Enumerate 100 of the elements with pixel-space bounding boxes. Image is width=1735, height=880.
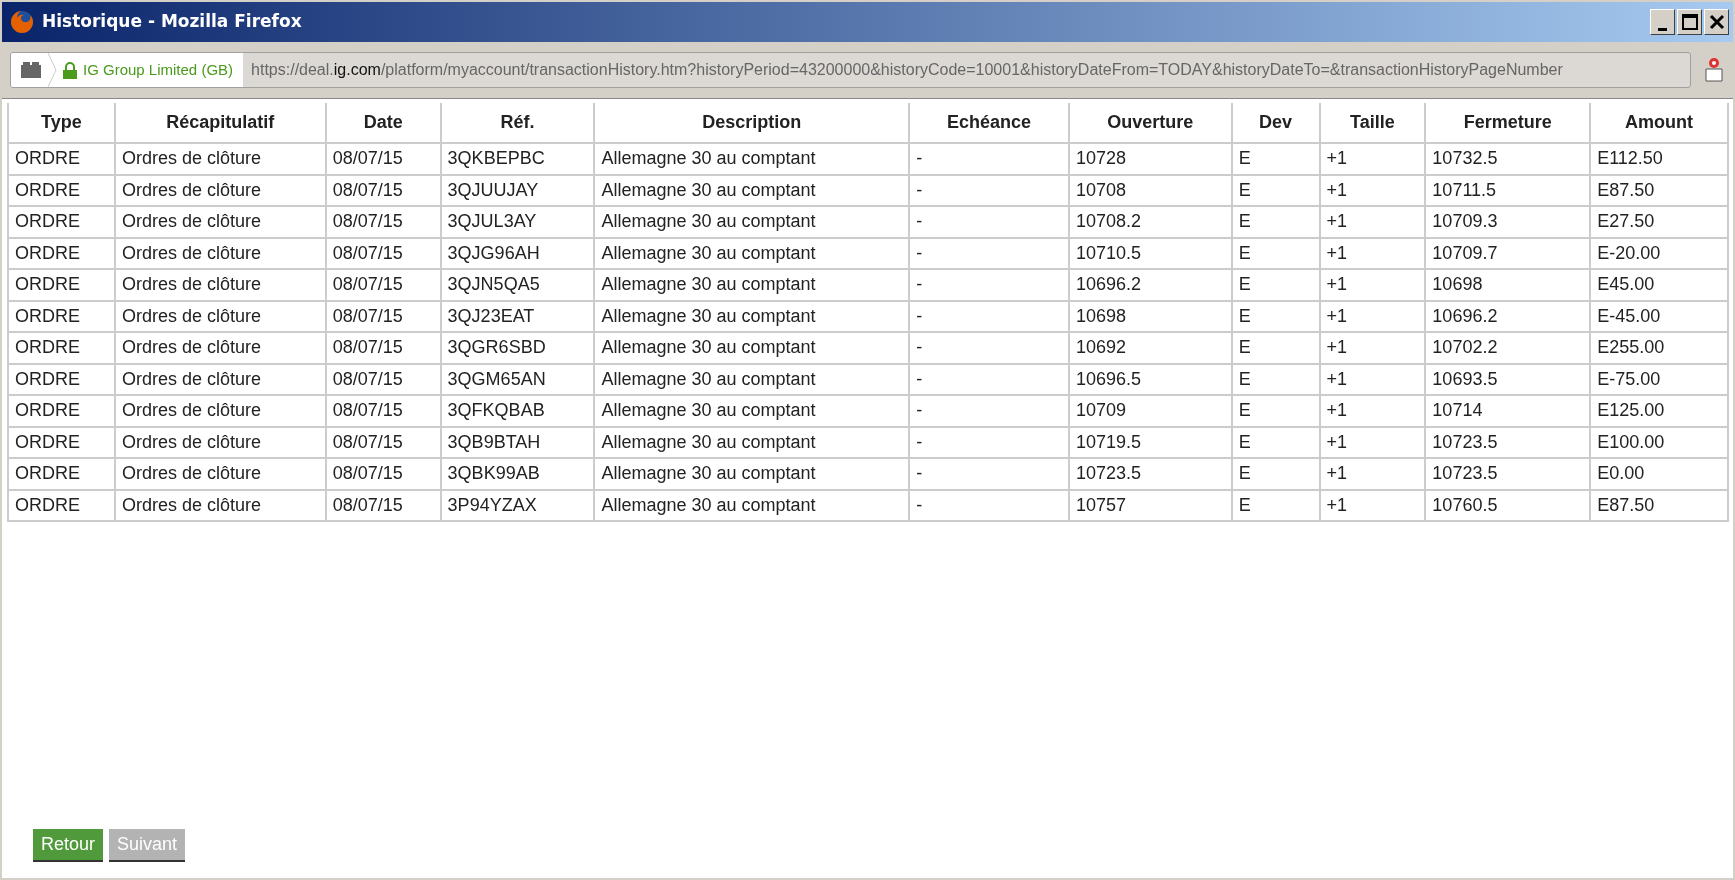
column-header[interactable]: Fermeture <box>1425 103 1591 143</box>
table-cell: E87.50 <box>1590 174 1728 206</box>
table-cell: 3QGM65AN <box>440 363 595 395</box>
column-header[interactable]: Réf. <box>440 103 595 143</box>
table-cell: - <box>909 237 1069 269</box>
table-cell: Ordres de clôture <box>114 458 326 490</box>
table-cell: Ordres de clôture <box>114 332 326 364</box>
table-cell: E <box>1231 174 1320 206</box>
table-cell: 10709.7 <box>1425 237 1591 269</box>
address-bar[interactable]: IG Group Limited (GB) https://deal.ig.com/platform/myaccount/transactionHistory.htm?historyPeriod=43200000&historyCode=10001&historyDateFrom=TODAY&historyDateTo=&transactionHistoryPageNumber <box>10 52 1691 88</box>
padlock-icon <box>63 61 77 79</box>
table-cell: 08/07/15 <box>325 269 441 301</box>
table-cell: E <box>1231 363 1320 395</box>
table-cell: - <box>909 300 1069 332</box>
table-cell: +1 <box>1319 395 1426 427</box>
column-header[interactable]: Taille <box>1319 103 1426 143</box>
table-cell: ORDRE <box>8 363 115 395</box>
table-cell: E <box>1231 395 1320 427</box>
table-cell: ORDRE <box>8 206 115 238</box>
table-cell: ORDRE <box>8 269 115 301</box>
table-cell: 10702.2 <box>1425 332 1591 364</box>
table-cell: 3QB9BTAH <box>440 426 595 458</box>
table-cell: 10757 <box>1068 489 1232 521</box>
table-cell: 10732.5 <box>1425 143 1591 175</box>
table-cell: E <box>1231 143 1320 175</box>
chevron-icon <box>47 53 57 87</box>
table-cell: 10696.2 <box>1068 269 1232 301</box>
minimize-button[interactable] <box>1650 9 1675 35</box>
table-cell: 10723.5 <box>1425 426 1591 458</box>
table-cell: - <box>909 489 1069 521</box>
table-cell: - <box>909 426 1069 458</box>
table-cell: 10709.3 <box>1425 206 1591 238</box>
table-cell: Ordres de clôture <box>114 426 326 458</box>
table-cell: +1 <box>1319 269 1426 301</box>
table-cell: +1 <box>1319 237 1426 269</box>
column-header[interactable]: Dev <box>1231 103 1320 143</box>
table-cell: ORDRE <box>8 458 115 490</box>
table-cell: Allemagne 30 au comptant <box>594 206 910 238</box>
table-cell: ORDRE <box>8 174 115 206</box>
table-cell: ORDRE <box>8 300 115 332</box>
table-cell: 08/07/15 <box>325 426 441 458</box>
table-cell: E112.50 <box>1590 143 1728 175</box>
table-cell: 3QJG96AH <box>440 237 595 269</box>
table-cell: Ordres de clôture <box>114 269 326 301</box>
table-cell: E <box>1231 206 1320 238</box>
table-cell: 08/07/15 <box>325 458 441 490</box>
table-cell: E45.00 <box>1590 269 1728 301</box>
table-cell: +1 <box>1319 458 1426 490</box>
table-cell: 10719.5 <box>1068 426 1232 458</box>
table-cell: 10708.2 <box>1068 206 1232 238</box>
table-cell: - <box>909 206 1069 238</box>
table-cell: Allemagne 30 au comptant <box>594 363 910 395</box>
table-cell: E255.00 <box>1590 332 1728 364</box>
column-header[interactable]: Echéance <box>909 103 1069 143</box>
table-cell: 10698 <box>1068 300 1232 332</box>
table-cell: E <box>1231 458 1320 490</box>
table-cell: ORDRE <box>8 332 115 364</box>
table-cell: 10692 <box>1068 332 1232 364</box>
table-cell: 08/07/15 <box>325 363 441 395</box>
table-cell: E <box>1231 237 1320 269</box>
table-cell: ORDRE <box>8 489 115 521</box>
table-cell: - <box>909 332 1069 364</box>
table-cell: +1 <box>1319 174 1426 206</box>
close-button[interactable] <box>1704 9 1729 35</box>
table-cell: 3QBK99AB <box>440 458 595 490</box>
table-cell: 08/07/15 <box>325 300 441 332</box>
table-cell: 10711.5 <box>1425 174 1591 206</box>
table-cell: Ordres de clôture <box>114 489 326 521</box>
table-cell: 3P94YZAX <box>440 489 595 521</box>
table-cell: Ordres de clôture <box>114 363 326 395</box>
table-cell: ORDRE <box>8 143 115 175</box>
table-cell: Ordres de clôture <box>114 395 326 427</box>
table-cell: +1 <box>1319 426 1426 458</box>
table-cell: E0.00 <box>1590 458 1728 490</box>
table-cell: 3QJUUJAY <box>440 174 595 206</box>
table-cell: Ordres de clôture <box>114 206 326 238</box>
table-cell: 3QKBEPBC <box>440 143 595 175</box>
table-cell: 08/07/15 <box>325 206 441 238</box>
column-header[interactable]: Récapitulatif <box>114 103 326 143</box>
window-title: Historique - Mozilla Firefox <box>42 10 303 34</box>
table-cell: E125.00 <box>1590 395 1728 427</box>
table-cell: E-20.00 <box>1590 237 1728 269</box>
table-cell: 08/07/15 <box>325 174 441 206</box>
column-header[interactable]: Ouverture <box>1068 103 1232 143</box>
url-text[interactable]: https://deal.ig.com/platform/myaccount/transactionHistory.htm?historyPeriod=43200000&historyCode=10001&historyDateFrom=TODAY&historyDateTo=&transactionHistoryPageNumber <box>243 58 1563 82</box>
column-header[interactable]: Amount <box>1590 103 1728 143</box>
table-cell: +1 <box>1319 206 1426 238</box>
column-header[interactable]: Description <box>594 103 910 143</box>
maximize-button[interactable] <box>1677 9 1702 35</box>
column-header[interactable]: Date <box>325 103 441 143</box>
table-cell: - <box>909 395 1069 427</box>
table-cell: 3QJ23EAT <box>440 300 595 332</box>
column-header[interactable]: Type <box>8 103 115 143</box>
table-cell: E <box>1231 300 1320 332</box>
table-cell: ORDRE <box>8 426 115 458</box>
table-cell: 3QFKQBAB <box>440 395 595 427</box>
table-cell: Allemagne 30 au comptant <box>594 143 910 175</box>
table-cell: 10708 <box>1068 174 1232 206</box>
table-cell: 10723.5 <box>1425 458 1591 490</box>
table-cell: 10728 <box>1068 143 1232 175</box>
